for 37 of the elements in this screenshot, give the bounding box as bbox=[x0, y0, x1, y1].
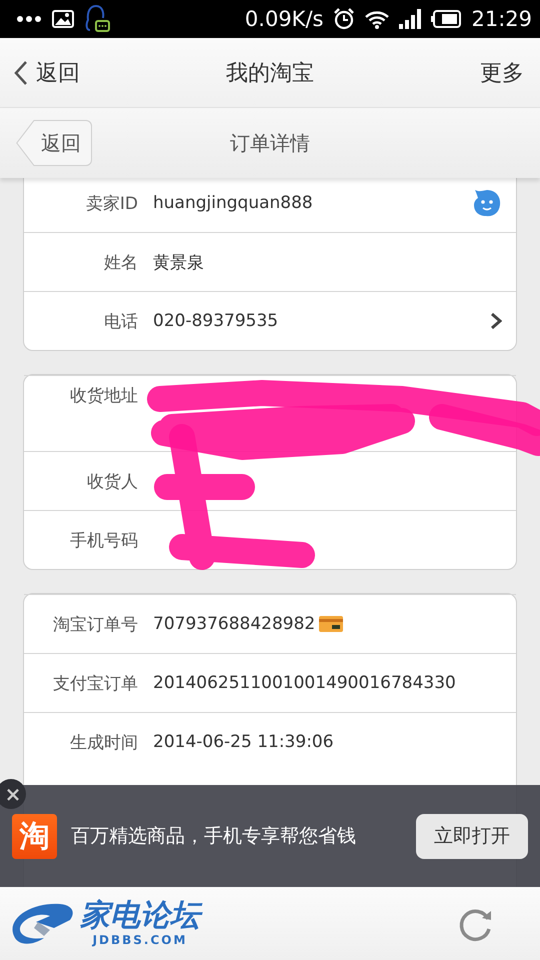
field-label: 收货地址 bbox=[69, 385, 138, 407]
chat-figure-icon bbox=[84, 4, 110, 34]
clock-time: 21:29 bbox=[471, 7, 532, 31]
wifi-icon bbox=[365, 10, 390, 28]
more-button[interactable]: 更多 bbox=[480, 58, 524, 88]
logo-domain: JDBBS.COM bbox=[92, 934, 188, 946]
chevron-right-icon[interactable] bbox=[490, 312, 502, 330]
field-value: huangjingquan888 bbox=[153, 193, 313, 213]
field-label: 手机号码 bbox=[69, 530, 138, 552]
field-value: 707937688428982 bbox=[153, 614, 316, 634]
chat-bubble-icon[interactable] bbox=[472, 188, 502, 218]
field-value: 黄景泉 bbox=[153, 252, 204, 274]
ad-text: 百万精选商品，手机专享帮您省钱 bbox=[71, 824, 357, 849]
back-chevron-icon bbox=[14, 60, 28, 86]
network-speed: 0.09K/s bbox=[244, 7, 324, 31]
battery-icon bbox=[431, 10, 462, 28]
field-value: 2014-06-25 11:39:06 bbox=[153, 732, 334, 752]
field-label: 淘宝订单号 bbox=[52, 614, 138, 636]
field-label: 姓名 bbox=[103, 252, 138, 274]
field-label: 生成时间 bbox=[69, 732, 138, 754]
signal-icon bbox=[399, 9, 422, 29]
close-button[interactable]: × bbox=[0, 779, 26, 809]
more-dots-icon bbox=[16, 15, 42, 23]
open-app-button[interactable]: 立即打开 bbox=[416, 814, 528, 858]
field-label: 电话 bbox=[103, 310, 138, 332]
image-icon bbox=[52, 10, 74, 28]
back-tag-button[interactable]: 返回 bbox=[16, 120, 92, 166]
field-value: 020-89379535 bbox=[153, 311, 278, 331]
field-label: 卖家ID bbox=[84, 192, 138, 214]
alarm-clock-icon bbox=[333, 8, 356, 30]
field-value: 2014062511001001490016784330 bbox=[153, 673, 456, 693]
page-subtitle: 订单详情 bbox=[230, 130, 310, 154]
field-label: 支付宝订单 bbox=[52, 672, 138, 694]
field-label: 收货人 bbox=[86, 470, 138, 492]
card-icon bbox=[319, 615, 344, 633]
page-title: 我的淘宝 bbox=[226, 60, 314, 86]
back-button[interactable]: 返回 bbox=[14, 58, 80, 88]
